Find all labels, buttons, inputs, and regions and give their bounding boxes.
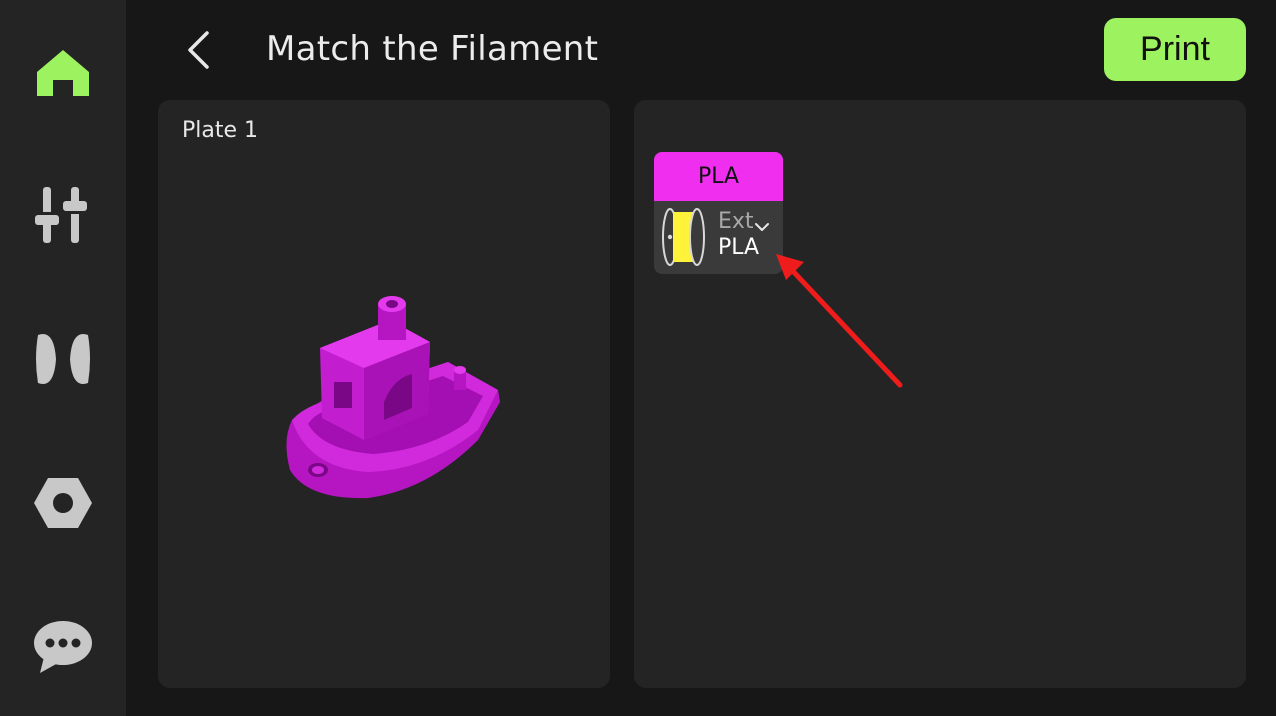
sidebar-item-settings[interactable] bbox=[0, 448, 126, 558]
chevron-down-icon bbox=[755, 223, 769, 231]
sidebar-item-messages[interactable] bbox=[0, 592, 126, 702]
required-material-label: PLA bbox=[654, 152, 783, 201]
print-button[interactable]: Print bbox=[1104, 18, 1246, 81]
sidebar-item-home[interactable] bbox=[0, 18, 126, 128]
spool-icon bbox=[662, 208, 705, 266]
plate-preview-panel: Plate 1 bbox=[158, 100, 610, 688]
filament-slot-card[interactable]: PLA Ext PLA bbox=[654, 152, 783, 274]
sidebar-item-controls[interactable] bbox=[0, 160, 126, 270]
chat-bubble-icon bbox=[34, 621, 92, 673]
spool-icon bbox=[36, 334, 90, 384]
selected-material-label: PLA bbox=[718, 235, 760, 260]
chevron-left-icon bbox=[188, 31, 209, 69]
hex-nut-icon bbox=[34, 478, 92, 528]
back-button[interactable] bbox=[176, 26, 220, 74]
filament-source-selector[interactable]: Ext PLA bbox=[654, 201, 783, 274]
plate-label: Plate 1 bbox=[182, 118, 259, 143]
filament-mapping-panel: PLA Ext PLA bbox=[634, 100, 1246, 688]
page-title: Match the Filament bbox=[266, 29, 599, 69]
home-icon bbox=[37, 50, 89, 96]
sliders-icon bbox=[33, 187, 89, 243]
sidebar bbox=[0, 0, 126, 716]
sidebar-item-filament[interactable] bbox=[0, 304, 126, 414]
source-label: Ext bbox=[718, 209, 754, 234]
boat-model bbox=[286, 296, 500, 499]
